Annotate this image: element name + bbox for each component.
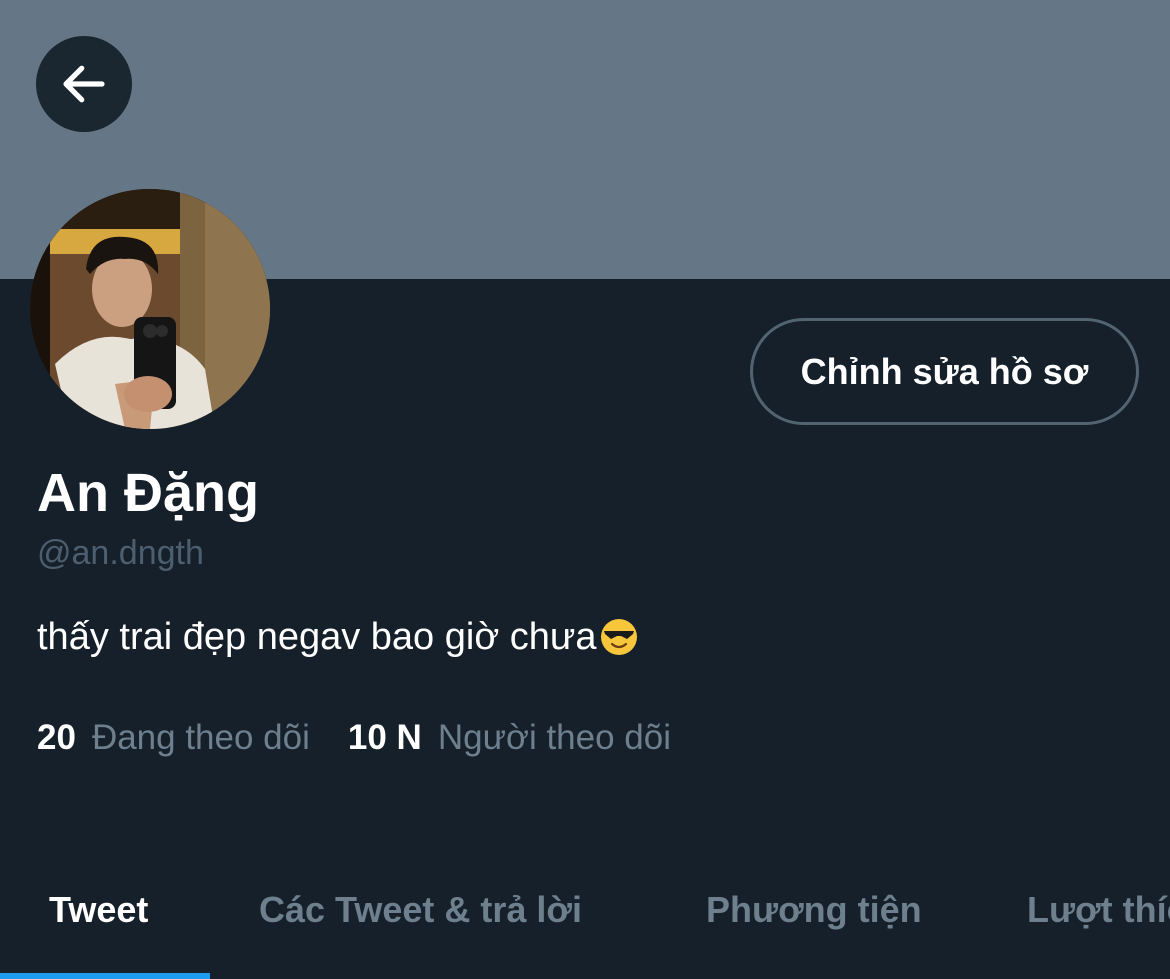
following-count: 20 [37, 718, 76, 757]
username-handle: @an.dngth [37, 534, 204, 572]
profile-stats: 20 Đang theo dõi 10 N Người theo dõi [37, 716, 671, 760]
following-label: Đang theo dõi [91, 718, 310, 757]
active-tab-indicator [0, 973, 210, 979]
bio-text: thấy trai đẹp negav bao giờ chưa [37, 616, 597, 658]
back-button[interactable] [36, 36, 132, 132]
tab-likes[interactable]: Lượt thích [1027, 888, 1170, 932]
followers-count: 10 N [347, 718, 422, 757]
arrow-left-icon [63, 65, 105, 103]
tab-media[interactable]: Phương tiện [706, 888, 922, 932]
avatar[interactable] [30, 189, 270, 429]
followers-stat[interactable]: 10 N Người theo dõi [348, 716, 671, 760]
following-stat[interactable]: 20 Đang theo dõi [37, 716, 310, 760]
sunglasses-emoji-icon [600, 619, 637, 655]
tab-tweets[interactable]: Tweet [49, 888, 148, 932]
followers-label: Người theo dõi [437, 718, 672, 757]
tab-tweets-and-replies[interactable]: Các Tweet & trả lời [259, 888, 582, 932]
edit-profile-button[interactable]: Chỉnh sửa hồ sơ [750, 318, 1139, 425]
display-name: An Đặng [37, 463, 259, 523]
profile-bio: thấy trai đẹp negav bao giờ chưa [37, 614, 639, 660]
avatar-photo [30, 189, 270, 429]
profile-tabs: Tweet Các Tweet & trả lời Phương tiện Lư… [0, 860, 1170, 979]
